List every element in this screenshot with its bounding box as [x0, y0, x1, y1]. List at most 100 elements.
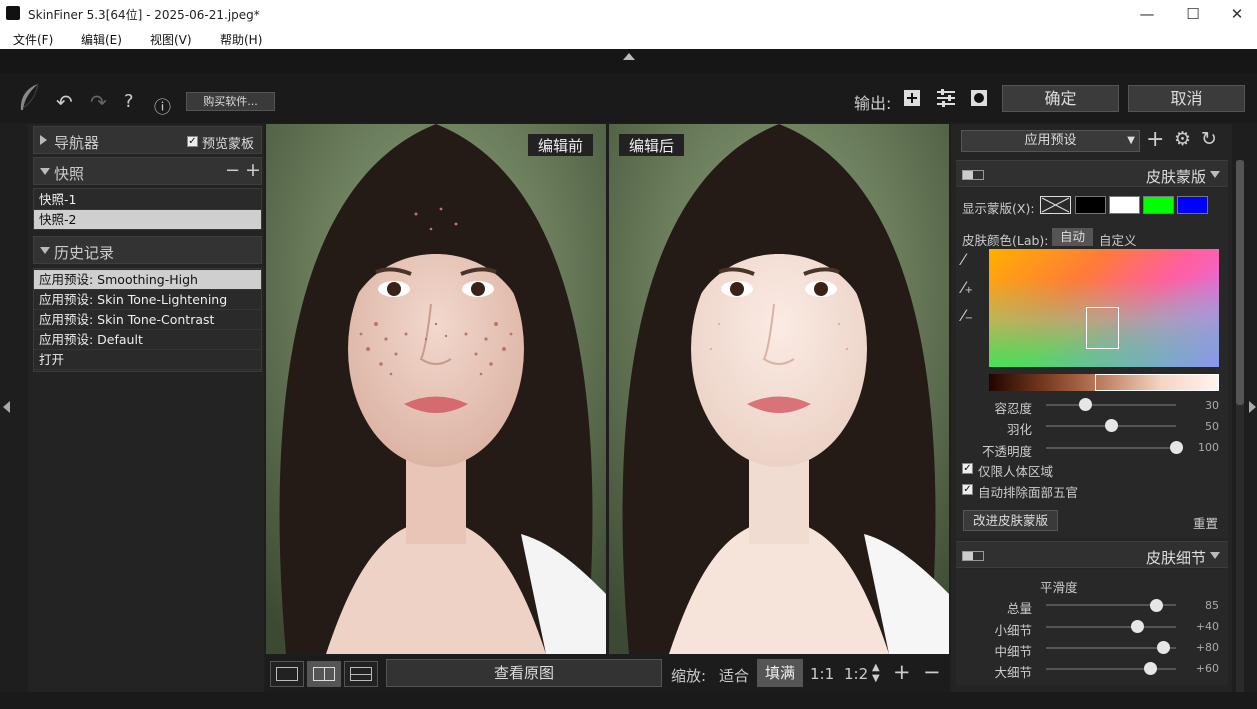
- snapshot-item[interactable]: 快照-2: [34, 210, 261, 230]
- maximize-button[interactable]: ☐: [1170, 0, 1216, 28]
- custom-color-button[interactable]: 自定义: [1099, 230, 1137, 249]
- history-item[interactable]: 应用预设: Default: [34, 330, 261, 350]
- exclude-features-checkbox[interactable]: ✓: [962, 484, 973, 495]
- undo-icon[interactable]: ↶: [56, 90, 73, 114]
- close-button[interactable]: ✕: [1214, 0, 1257, 28]
- ok-button[interactable]: 确定: [1002, 85, 1119, 112]
- tolerance-slider-knob[interactable]: [1078, 398, 1092, 411]
- tolerance-track[interactable]: [1046, 404, 1176, 406]
- opacity-label: 不透明度: [981, 444, 1032, 459]
- small-detail-track[interactable]: [1046, 626, 1176, 628]
- split-vertical-view-button[interactable]: [307, 661, 341, 687]
- collapse-left-icon[interactable]: [3, 401, 10, 413]
- large-detail-value: +60: [1195, 662, 1219, 675]
- zoom-stepper-icon[interactable]: ▲ ▼: [872, 662, 880, 684]
- amount-label: 总量: [1006, 601, 1032, 616]
- tolerance-value: 30: [1205, 399, 1219, 412]
- title-bar: SkinFiner 5.3[64位] - 2025-06-21.jpeg* — …: [0, 0, 1257, 28]
- history-item[interactable]: 应用预设: Skin Tone-Lightening: [34, 290, 261, 310]
- view-original-button[interactable]: 查看原图: [386, 659, 662, 687]
- large-detail-slider-knob[interactable]: [1143, 662, 1157, 675]
- amount-value: 85: [1205, 599, 1219, 612]
- skin-tone-selection[interactable]: [1095, 374, 1219, 391]
- menu-file[interactable]: 文件(F): [13, 31, 53, 48]
- window-title: SkinFiner 5.3[64位] - 2025-06-21.jpeg*: [28, 8, 260, 22]
- after-image[interactable]: 编辑后: [609, 124, 949, 654]
- collapse-skin-detail-icon[interactable]: [1210, 552, 1220, 559]
- feather-slider-knob[interactable]: [1104, 419, 1118, 432]
- after-label: 编辑后: [619, 134, 685, 156]
- skin-detail-toggle[interactable]: [962, 551, 984, 561]
- body-only-checkbox[interactable]: ✓: [962, 463, 973, 474]
- history-item[interactable]: 应用预设: Smoothing-High: [34, 270, 261, 290]
- gear-icon[interactable]: ⚙: [1174, 128, 1191, 150]
- zoom-1-1-button[interactable]: 1:1: [810, 665, 834, 683]
- eyedropper-subtract-icon[interactable]: ⁄−: [962, 306, 973, 325]
- opacity-track[interactable]: [1046, 447, 1176, 449]
- history-header[interactable]: 历史记录: [33, 236, 262, 264]
- single-view-icon: [276, 667, 298, 681]
- info-icon[interactable]: ⓘ: [154, 93, 171, 118]
- mask-green-swatch[interactable]: [1143, 196, 1174, 214]
- zoom-out-icon[interactable]: −: [923, 660, 941, 684]
- zoom-fit-button[interactable]: 适合: [719, 665, 749, 686]
- remove-snapshot-icon[interactable]: −: [225, 160, 240, 181]
- mask-none-swatch[interactable]: [1040, 196, 1071, 214]
- zoom-fill-button[interactable]: 填满: [757, 659, 803, 687]
- medium-detail-slider-knob[interactable]: [1156, 641, 1170, 654]
- sliders-settings-icon[interactable]: [936, 89, 956, 107]
- preview-mask-checkbox[interactable]: ✓: [187, 136, 198, 147]
- mask-output-icon[interactable]: [970, 89, 988, 107]
- history-item[interactable]: 应用预设: Skin Tone-Contrast: [34, 310, 261, 330]
- skin-detail-header[interactable]: 皮肤细节: [956, 541, 1228, 568]
- before-image[interactable]: 编辑前: [266, 124, 606, 654]
- auto-color-button[interactable]: 自动: [1052, 228, 1093, 246]
- add-snapshot-icon[interactable]: +: [245, 159, 261, 181]
- opacity-slider-knob[interactable]: [1169, 441, 1183, 454]
- snapshot-item[interactable]: 快照-1: [34, 190, 261, 210]
- redo-icon[interactable]: ↷: [90, 90, 107, 114]
- menu-edit[interactable]: 编辑(E): [81, 31, 122, 48]
- skin-mask-toggle[interactable]: [962, 170, 984, 180]
- history-item[interactable]: 打开: [34, 350, 261, 370]
- add-output-icon[interactable]: [903, 89, 921, 107]
- skin-mask-header[interactable]: 皮肤蒙版: [956, 160, 1228, 187]
- help-icon[interactable]: ?: [124, 91, 134, 112]
- small-detail-slider-knob[interactable]: [1130, 620, 1144, 633]
- navigator-header[interactable]: 导航器 ✓ 预览蒙板: [33, 126, 262, 154]
- mask-black-swatch[interactable]: [1075, 196, 1106, 214]
- collapse-history-icon[interactable]: [40, 247, 50, 254]
- cancel-button[interactable]: 取消: [1128, 85, 1245, 112]
- collapse-skin-mask-icon[interactable]: [1210, 171, 1220, 178]
- smoothness-label: 平滑度: [1040, 580, 1078, 595]
- buy-software-button[interactable]: 购买软件...: [186, 92, 275, 111]
- zoom-in-icon[interactable]: +: [893, 660, 911, 684]
- skin-color-selection[interactable]: [1086, 307, 1119, 349]
- improve-mask-button[interactable]: 改进皮肤蒙版: [963, 510, 1058, 531]
- minimize-button[interactable]: —: [1124, 0, 1170, 28]
- right-scrollbar-thumb[interactable]: [1236, 160, 1244, 405]
- eyedropper-icon[interactable]: ⁄: [962, 250, 965, 269]
- split-horizontal-view-button[interactable]: [344, 661, 378, 687]
- amount-slider-knob[interactable]: [1150, 599, 1163, 612]
- expand-navigator-icon[interactable]: [40, 135, 47, 145]
- menu-help[interactable]: 帮助(H): [220, 31, 262, 48]
- single-view-button[interactable]: [270, 661, 304, 687]
- add-preset-icon[interactable]: +: [1146, 127, 1164, 152]
- feather-label: 羽化: [1006, 422, 1032, 437]
- mask-blue-swatch[interactable]: [1177, 196, 1208, 214]
- reset-mask-button[interactable]: 重置: [1193, 513, 1218, 532]
- snapshots-header[interactable]: 快照 − +: [33, 157, 262, 185]
- eyedropper-add-icon[interactable]: ⁄+: [962, 278, 973, 297]
- feather-logo-icon: [20, 83, 39, 110]
- zoom-1-2-button[interactable]: 1:2: [844, 665, 868, 683]
- mask-white-swatch[interactable]: [1109, 196, 1140, 214]
- collapse-right-icon[interactable]: [1249, 401, 1256, 413]
- preset-dropdown[interactable]: 应用预设 ▼: [961, 130, 1140, 152]
- collapse-toolbar-icon[interactable]: [623, 53, 635, 60]
- collapse-snapshots-icon[interactable]: [40, 168, 50, 175]
- large-detail-track[interactable]: [1046, 668, 1176, 670]
- menu-view[interactable]: 视图(V): [150, 31, 192, 48]
- refresh-icon[interactable]: ↻: [1201, 128, 1217, 150]
- bottom-frame: [0, 692, 1257, 709]
